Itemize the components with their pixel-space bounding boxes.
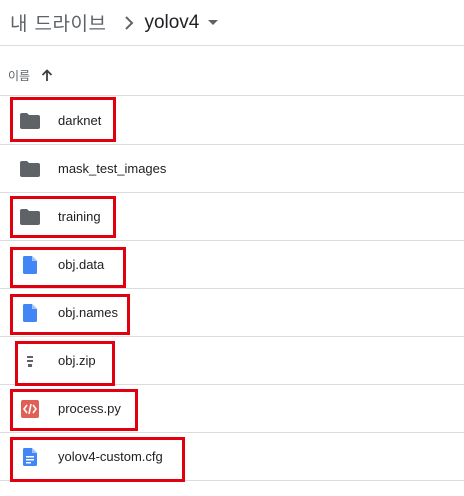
folder-icon bbox=[20, 111, 40, 131]
file-name: obj.names bbox=[58, 305, 118, 320]
caret-down-icon[interactable] bbox=[207, 18, 219, 28]
name-column-header[interactable]: 이름 bbox=[8, 67, 30, 84]
breadcrumb-current-folder[interactable]: yolov4 bbox=[144, 12, 199, 34]
file-name: training bbox=[58, 209, 101, 224]
file-icon bbox=[20, 255, 40, 275]
file-row-darknet[interactable]: darknet bbox=[0, 97, 464, 145]
breadcrumb: 내 드라이브 yolov4 bbox=[0, 0, 464, 46]
file-row-obj-data[interactable]: obj.data bbox=[0, 241, 464, 289]
file-name: obj.zip bbox=[58, 353, 96, 368]
file-name: mask_test_images bbox=[58, 161, 167, 176]
sort-ascending-icon[interactable] bbox=[40, 69, 54, 83]
file-name: obj.data bbox=[58, 257, 105, 272]
file-name: process.py bbox=[58, 401, 121, 416]
file-icon bbox=[20, 303, 40, 323]
file-row-obj-zip[interactable]: obj.zip bbox=[0, 337, 464, 385]
code-file-icon bbox=[20, 399, 40, 419]
folder-icon bbox=[20, 159, 40, 179]
zip-archive-icon bbox=[20, 351, 40, 371]
breadcrumb-my-drive[interactable]: 내 드라이브 bbox=[10, 9, 106, 36]
file-row-training[interactable]: training bbox=[0, 193, 464, 241]
file-row-process-py[interactable]: process.py bbox=[0, 385, 464, 433]
file-name: yolov4-custom.cfg bbox=[58, 449, 163, 464]
file-row-yolov4-custom-cfg[interactable]: yolov4-custom.cfg bbox=[0, 433, 464, 481]
file-row-mask-test-images[interactable]: mask_test_images bbox=[0, 145, 464, 193]
file-row-obj-names[interactable]: obj.names bbox=[0, 289, 464, 337]
folder-icon bbox=[20, 207, 40, 227]
file-name: darknet bbox=[58, 113, 102, 128]
column-header: 이름 bbox=[0, 56, 464, 96]
document-icon bbox=[20, 447, 40, 467]
chevron-right-icon bbox=[114, 13, 144, 33]
